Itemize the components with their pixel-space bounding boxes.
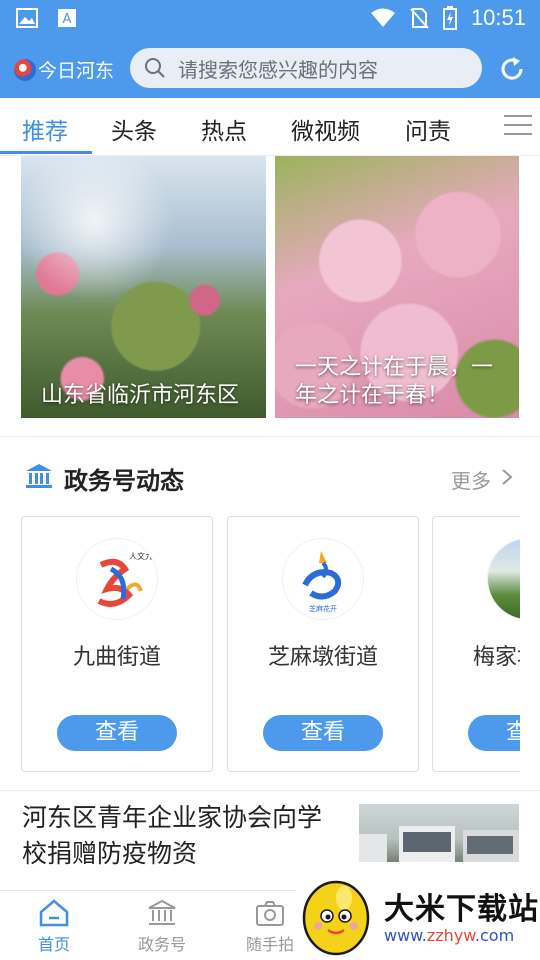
government-icon [148,899,176,925]
account-logo: 芝麻花开 [283,539,363,619]
account-name: 芝麻墩街道 [267,645,378,670]
tab-accountability[interactable]: 问责 [405,112,451,146]
more-link[interactable]: 更多 [451,465,491,494]
photo-card[interactable]: 一天之计在于晨，一年之计在于春！ [275,156,519,418]
view-button[interactable]: 查看 [263,715,383,751]
clock: 10:51 [470,5,526,30]
app-header: 今日河东 请搜索您感兴趣的内容 [0,38,540,98]
svg-text:A: A [63,12,72,27]
watermark-title: 大米下载站 [384,892,539,927]
egg-mascot-icon [302,880,370,956]
home-icon [39,899,69,927]
channel-tabs: 推荐 头条 热点 微视频 问责 [0,98,540,156]
photo-caption: 山东省临沂市河东区 [41,383,240,408]
view-button[interactable]: 查看 [468,715,520,751]
active-tab-indicator [0,151,92,154]
no-sim-icon [410,8,429,29]
search-icon [145,58,165,78]
wifi-icon [370,8,395,27]
view-button[interactable]: 查看 [57,715,177,751]
tab-hot[interactable]: 热点 [201,112,247,146]
photo-card[interactable]: 山东省临沂市河东区 [21,156,266,418]
news-title[interactable]: 河东区青年企业家协会向学校捐赠防疫物资 [22,800,342,872]
status-bar: A 10:51 [0,0,540,38]
account-logo: 人文九曲 [77,539,157,619]
watermark-url-brand: zzhyw [426,926,475,945]
gov-accounts-header: 政务号动态 更多 [0,455,540,501]
government-building-icon [26,464,52,488]
svg-text:人文九曲: 人文九曲 [129,551,157,561]
account-name: 梅家埠街道 [472,645,520,670]
nav-label: 随手拍 [245,935,294,954]
gov-account-carousel[interactable]: 人文九曲 九曲街道 查看 芝麻花开 芝麻墩街道 查看 梅家埠街道 查看 [0,516,520,774]
app-logo-text: 今日河东 [38,60,115,82]
divider [0,436,540,437]
watermark-url-prefix: www. [384,926,427,945]
nav-label: 政务号 [137,935,186,954]
tab-recommend[interactable]: 推荐 [22,112,68,146]
app-notification-icon: A [58,9,76,27]
camera-icon [256,901,284,926]
gallery-icon [16,8,38,28]
account-name: 九曲街道 [72,645,161,670]
watermark-url: www.zzhyw.com [384,926,514,945]
gov-account-card[interactable]: 人文九曲 九曲街道 查看 [21,516,213,772]
channel-menu-icon[interactable] [504,115,532,137]
svg-text:芝麻花开: 芝麻花开 [309,604,337,613]
section-title: 政务号动态 [64,467,184,495]
watermark-url-suffix: .com [474,926,515,945]
gov-account-card[interactable]: 梅家埠街道 查看 [432,516,520,772]
tab-micro-video[interactable]: 微视频 [291,112,360,146]
account-logo [488,539,520,619]
battery-charging-icon [442,6,457,30]
watermark: 大米下载站 www.zzhyw.com [296,862,540,960]
refresh-icon[interactable] [498,55,526,83]
app-logo[interactable]: 今日河东 [14,56,114,83]
divider [0,790,540,791]
nav-label: 首页 [37,935,70,954]
chevron-right-icon[interactable] [500,468,514,486]
nav-home[interactable]: 首页 [14,899,94,955]
logo-mark-icon [14,58,36,81]
photo-caption: 一天之计在于晨，一年之计在于春！ [295,355,494,408]
tab-headlines[interactable]: 头条 [111,112,157,146]
nav-gov-accounts[interactable]: 政务号 [122,899,202,955]
search-input[interactable]: 请搜索您感兴趣的内容 [130,48,482,88]
gov-account-card[interactable]: 芝麻花开 芝麻墩街道 查看 [227,516,419,772]
tab-fade [484,98,504,154]
search-placeholder: 请搜索您感兴趣的内容 [178,57,378,82]
